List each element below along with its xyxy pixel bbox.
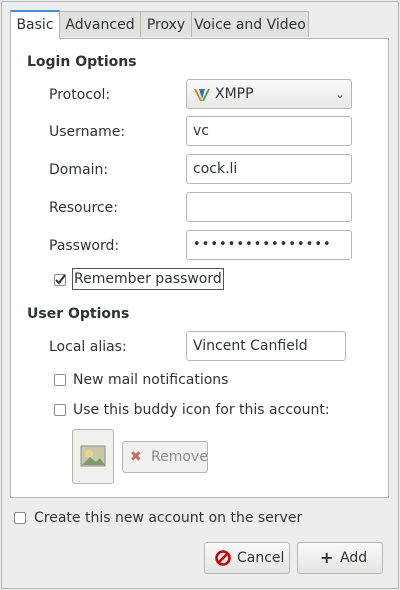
checkmark-icon xyxy=(55,274,66,285)
cancel-label: Cancel xyxy=(237,550,285,566)
buddy-icon-button[interactable] xyxy=(72,429,114,484)
username-field[interactable]: vc xyxy=(186,116,352,146)
tab-voice-video[interactable]: Voice and Video xyxy=(191,11,309,37)
remove-icon-button[interactable]: ✖ Remove xyxy=(122,441,208,473)
user-options-heading: User Options xyxy=(27,306,130,322)
tab-proxy[interactable]: Proxy xyxy=(140,11,192,37)
plus-icon: + xyxy=(320,548,334,567)
domain-field[interactable]: cock.li xyxy=(186,154,352,184)
protocol-combo[interactable]: XMPP ⌄ xyxy=(186,79,352,109)
remember-password-label[interactable]: Remember password xyxy=(72,268,224,290)
new-mail-label[interactable]: New mail notifications xyxy=(73,372,228,388)
resource-field[interactable] xyxy=(186,192,352,222)
local-alias-field[interactable]: Vincent Canfield xyxy=(186,331,346,361)
tab-advanced[interactable]: Advanced xyxy=(59,11,141,37)
local-alias-label: Local alias: xyxy=(49,339,127,355)
protocol-value: XMPP xyxy=(215,86,254,102)
cancel-button[interactable]: Cancel xyxy=(204,542,290,574)
protocol-label: Protocol: xyxy=(49,87,111,103)
password-label: Password: xyxy=(49,238,120,254)
remember-password-checkbox[interactable] xyxy=(54,274,66,286)
new-mail-checkbox[interactable] xyxy=(54,374,66,386)
remove-x-icon: ✖ xyxy=(130,449,142,465)
create-account-label[interactable]: Create this new account on the server xyxy=(34,510,302,526)
cancel-icon xyxy=(215,550,231,566)
username-label: Username: xyxy=(49,124,126,140)
create-account-checkbox[interactable] xyxy=(14,512,26,524)
password-field[interactable]: •••••••••••••••• xyxy=(186,230,352,260)
basic-panel: Login Options Protocol: XMPP ⌄ Username:… xyxy=(10,38,389,498)
chevron-down-icon: ⌄ xyxy=(334,87,345,101)
add-button[interactable]: + Add xyxy=(297,542,383,574)
domain-label: Domain: xyxy=(49,162,109,178)
resource-label: Resource: xyxy=(49,200,118,216)
buddy-icon-label[interactable]: Use this buddy icon for this account: xyxy=(73,402,330,418)
image-placeholder-icon xyxy=(80,445,106,467)
buddy-icon-checkbox[interactable] xyxy=(54,404,66,416)
xmpp-icon xyxy=(194,89,210,101)
tab-basic[interactable]: Basic xyxy=(10,10,60,39)
login-options-heading: Login Options xyxy=(27,54,137,70)
remove-label: Remove xyxy=(151,449,208,465)
add-label: Add xyxy=(340,550,368,566)
